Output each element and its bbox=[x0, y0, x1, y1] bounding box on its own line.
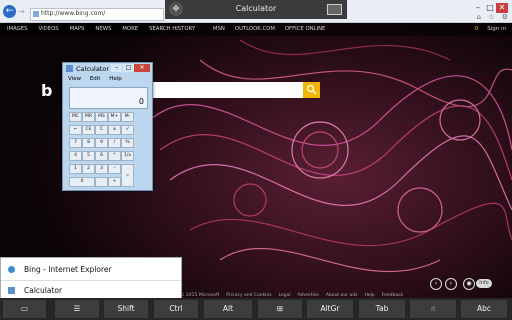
calc-key[interactable]: M+ bbox=[108, 112, 121, 122]
calculator-icon bbox=[8, 287, 15, 294]
search-button[interactable] bbox=[303, 82, 320, 98]
calc-key[interactable]: % bbox=[121, 138, 134, 148]
sign-in-link[interactable]: Sign in bbox=[487, 26, 506, 32]
calc-key[interactable]: CE bbox=[82, 125, 95, 135]
touch-pointer-icon[interactable]: ☝ bbox=[410, 300, 456, 318]
close-button[interactable]: ✕ bbox=[496, 3, 508, 13]
site-icon bbox=[33, 11, 39, 17]
calculator-window: Calculator – □ ✕ View Edit Help 0 MC MR MS… bbox=[62, 62, 153, 191]
rewards-count[interactable]: 0 bbox=[475, 26, 479, 32]
nav-link-2[interactable]: MAPS bbox=[70, 26, 85, 32]
remote-session-toolbar: ✥ Calculator bbox=[165, 0, 347, 19]
key-abc[interactable]: Abc bbox=[461, 300, 507, 318]
calc-key[interactable]: / bbox=[108, 138, 121, 148]
calc-key[interactable]: 6 bbox=[95, 151, 108, 161]
gear-icon[interactable]: ⚙ bbox=[502, 13, 508, 21]
minimize-button[interactable]: – bbox=[472, 3, 484, 13]
calc-key[interactable]: 8 bbox=[82, 138, 95, 148]
calc-key[interactable]: 5 bbox=[82, 151, 95, 161]
display-value: 0 bbox=[138, 97, 144, 106]
previous-image-button[interactable]: ‹ bbox=[430, 278, 442, 290]
menu-view[interactable]: View bbox=[68, 76, 81, 82]
menu-help[interactable]: Help bbox=[109, 76, 122, 82]
browser-tools: ⌂ ☆ ⚙ bbox=[472, 13, 508, 21]
nav-link-0[interactable]: IMAGES bbox=[7, 26, 27, 32]
nav-left-links: IMAGES VIDEOS MAPS NEWS MORE SEARCH HISTORY bbox=[7, 26, 206, 32]
calc-key[interactable]: MR bbox=[82, 112, 95, 122]
calc-key[interactable]: - bbox=[108, 164, 121, 174]
bing-navigation: IMAGES VIDEOS MAPS NEWS MORE SEARCH HISTORY M… bbox=[0, 23, 512, 36]
calc-key[interactable]: * bbox=[108, 151, 121, 161]
calc-key[interactable]: 1/x bbox=[121, 151, 134, 161]
internet-explorer-icon bbox=[8, 266, 15, 273]
calc-key[interactable]: 3 bbox=[95, 164, 108, 174]
calculator-icon bbox=[66, 65, 73, 72]
nav-link-1[interactable]: VIDEOS bbox=[38, 26, 58, 32]
menu-list-icon[interactable]: ☰ bbox=[55, 300, 99, 318]
address-url: http://www.bing.com/ bbox=[41, 10, 106, 17]
account-area: 0 Sign in bbox=[475, 26, 506, 32]
calc-key[interactable]: 2 bbox=[82, 164, 95, 174]
windows-key-icon[interactable]: ⊞ bbox=[258, 300, 302, 318]
calc-key[interactable]: 7 bbox=[69, 138, 82, 148]
menu-edit[interactable]: Edit bbox=[90, 76, 101, 82]
calculator-display: 0 bbox=[69, 87, 148, 109]
virtual-keyboard-bar: ▭ ☰ Shift Ctrl Alt ⊞ AltGr Tab ☝ Abc bbox=[0, 298, 512, 320]
calculator-maximize-button[interactable]: □ bbox=[123, 64, 134, 72]
calc-key[interactable]: + bbox=[108, 177, 121, 187]
nav-middle-links: MSN OUTLOOK.COM OFFICE ONLINE bbox=[213, 26, 335, 32]
calculator-close-button[interactable]: ✕ bbox=[134, 64, 150, 72]
calc-key[interactable]: = bbox=[121, 164, 134, 187]
calculator-minimize-button[interactable]: – bbox=[111, 64, 122, 72]
nav-link-4[interactable]: MORE bbox=[122, 26, 138, 32]
next-image-button[interactable]: › bbox=[445, 278, 457, 290]
favorites-icon[interactable]: ☆ bbox=[488, 13, 494, 21]
home-icon[interactable]: ⌂ bbox=[477, 13, 481, 21]
task-switcher: Bing - Internet Explorer Calculator bbox=[0, 257, 182, 303]
keyboard-layout-icon[interactable]: ▭ bbox=[3, 300, 46, 318]
maximize-button[interactable]: □ bbox=[484, 3, 496, 13]
bing-logo: b bbox=[41, 81, 53, 100]
switcher-item-label: Calculator bbox=[24, 286, 63, 295]
calc-key[interactable]: MS bbox=[95, 112, 108, 122]
forward-button[interactable]: → bbox=[18, 7, 27, 16]
remote-window-title: Calculator bbox=[235, 4, 277, 13]
switcher-item-ie[interactable]: Bing - Internet Explorer bbox=[1, 259, 181, 281]
nav-link-middle-1[interactable]: OUTLOOK.COM bbox=[235, 26, 275, 32]
calc-key[interactable]: 1 bbox=[69, 164, 82, 174]
calc-key[interactable]: M- bbox=[121, 112, 134, 122]
key-alt[interactable]: Alt bbox=[204, 300, 252, 318]
keyboard-icon[interactable] bbox=[327, 4, 342, 15]
calc-key[interactable]: ± bbox=[108, 125, 121, 135]
key-shift[interactable]: Shift bbox=[104, 300, 148, 318]
calc-key[interactable]: √ bbox=[121, 125, 134, 135]
window-controls: – □ ✕ bbox=[472, 3, 508, 13]
address-bar[interactable]: http://www.bing.com/ bbox=[30, 8, 164, 21]
info-button[interactable]: Info bbox=[476, 279, 492, 288]
key-tab[interactable]: Tab bbox=[359, 300, 405, 318]
switcher-item-label: Bing - Internet Explorer bbox=[24, 265, 112, 274]
back-button[interactable]: ← bbox=[3, 5, 16, 18]
nav-link-5[interactable]: SEARCH HISTORY bbox=[149, 26, 195, 32]
search-icon bbox=[306, 84, 317, 95]
calc-key[interactable]: ← bbox=[69, 125, 82, 135]
calc-key[interactable]: 4 bbox=[69, 151, 82, 161]
key-ctrl[interactable]: Ctrl bbox=[154, 300, 198, 318]
calc-key[interactable]: 0 bbox=[69, 177, 95, 187]
nav-link-3[interactable]: NEWS bbox=[95, 26, 111, 32]
nav-link-middle-0[interactable]: MSN bbox=[213, 26, 225, 32]
calculator-menu: View Edit Help bbox=[68, 76, 129, 82]
camera-icon[interactable]: ◉ bbox=[463, 278, 475, 290]
key-altgr[interactable]: AltGr bbox=[307, 300, 353, 318]
calc-key[interactable]: C bbox=[95, 125, 108, 135]
calc-key[interactable]: 9 bbox=[95, 138, 108, 148]
calculator-title: Calculator bbox=[76, 65, 110, 73]
nav-link-middle-2[interactable]: OFFICE ONLINE bbox=[285, 26, 326, 32]
calc-key[interactable]: MC bbox=[69, 112, 82, 122]
calc-key[interactable]: . bbox=[95, 177, 108, 187]
